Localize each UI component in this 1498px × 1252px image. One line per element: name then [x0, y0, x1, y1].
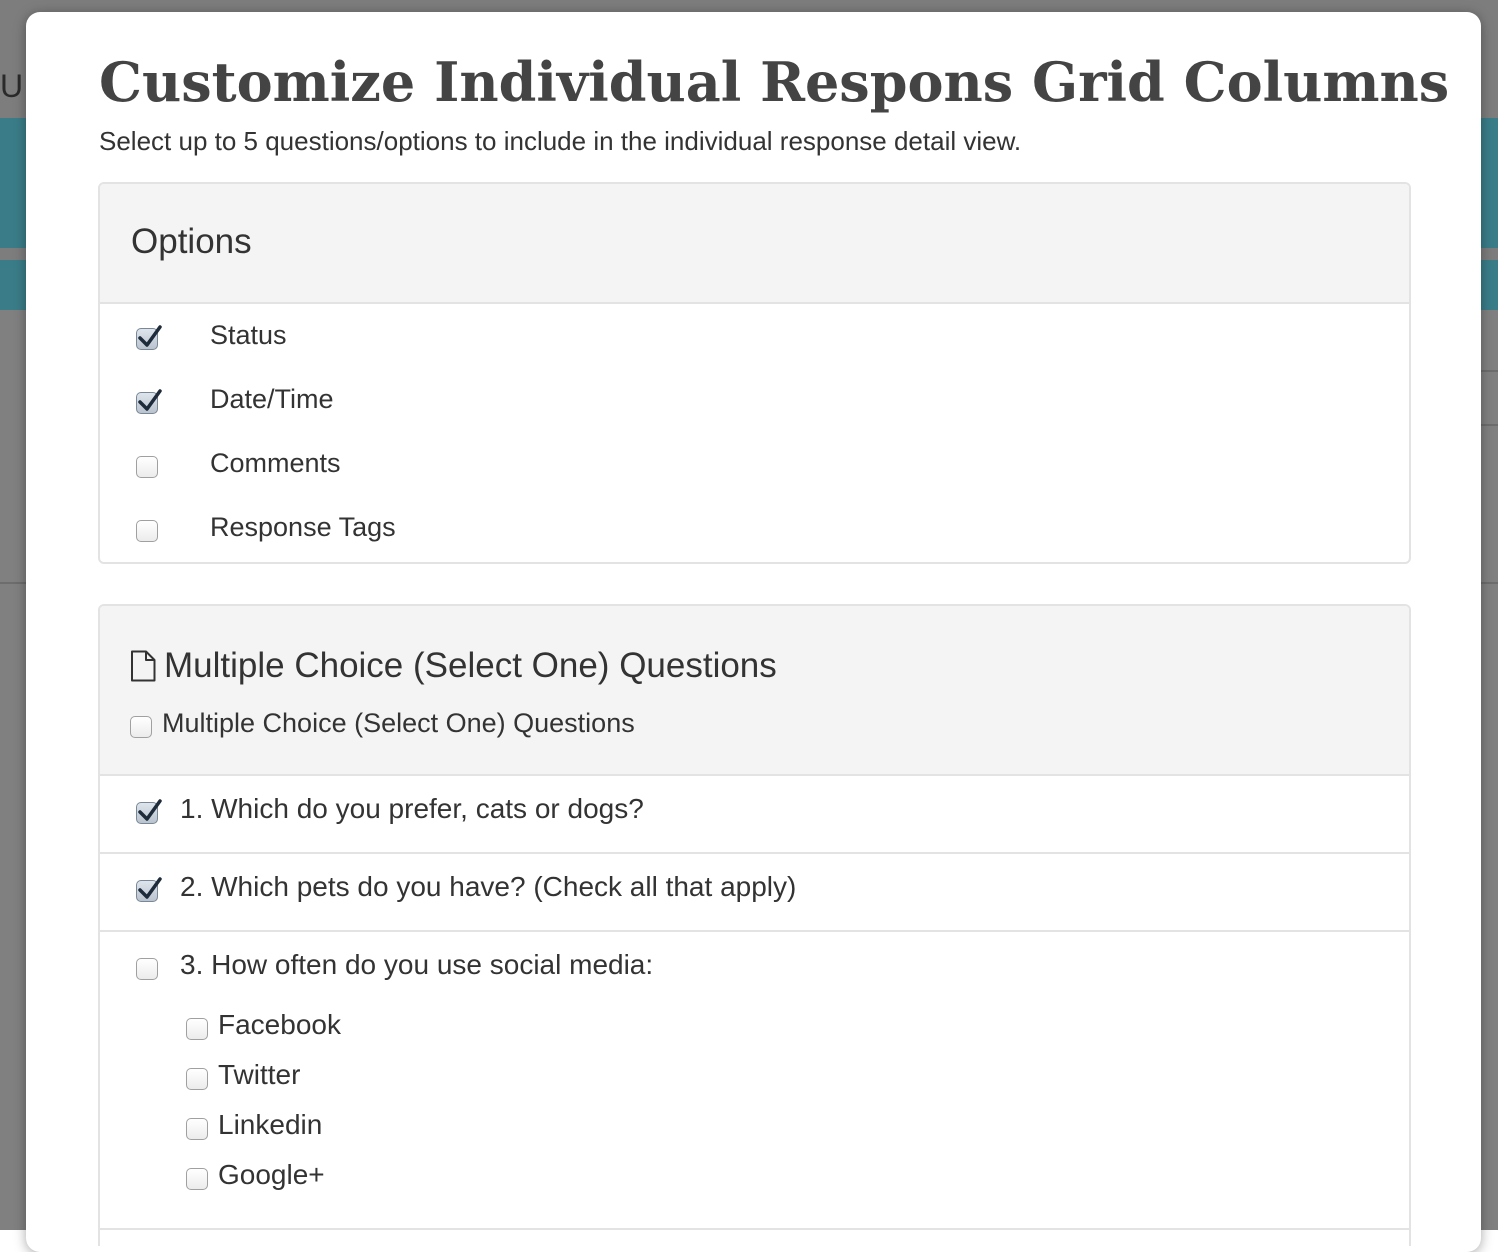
- multiple-choice-panel-heading: Multiple Choice (Select One) Questions: [130, 646, 777, 686]
- row-divider: [100, 852, 1409, 854]
- background-divider: [1480, 424, 1498, 426]
- multiple-choice-heading-text: Multiple Choice (Select One) Questions: [164, 646, 777, 685]
- select-all-multiple-choice-checkbox[interactable]: [130, 716, 152, 738]
- question-1-checkbox[interactable]: [136, 799, 162, 824]
- status-label[interactable]: Status: [210, 320, 287, 351]
- facebook-checkbox[interactable]: [186, 1018, 208, 1040]
- row-divider: [100, 930, 1409, 932]
- options-panel-header: Options: [100, 184, 1409, 304]
- google-plus-checkbox[interactable]: [186, 1168, 208, 1190]
- checkmark-icon: [138, 877, 162, 899]
- options-panel: Options Status Date/Time Comments Respon…: [98, 182, 1411, 564]
- twitter-checkbox[interactable]: [186, 1068, 208, 1090]
- background-divider: [1480, 370, 1498, 372]
- google-plus-label[interactable]: Google+: [218, 1159, 325, 1191]
- date-time-label[interactable]: Date/Time: [210, 384, 334, 415]
- question-2-checkbox[interactable]: [136, 877, 162, 902]
- twitter-label[interactable]: Twitter: [218, 1059, 300, 1091]
- multiple-choice-panel-header: Multiple Choice (Select One) Questions M…: [100, 606, 1409, 776]
- response-tags-label[interactable]: Response Tags: [210, 512, 396, 543]
- facebook-label[interactable]: Facebook: [218, 1009, 341, 1041]
- modal-title: Customize Individual Respons Grid Column…: [99, 50, 1450, 114]
- select-all-multiple-choice-label[interactable]: Multiple Choice (Select One) Questions: [162, 708, 635, 739]
- linkedin-checkbox[interactable]: [186, 1118, 208, 1140]
- comments-label[interactable]: Comments: [210, 448, 341, 479]
- checkmark-icon: [138, 389, 162, 411]
- date-time-checkbox[interactable]: [136, 389, 162, 414]
- modal-subtitle: Select up to 5 questions/options to incl…: [99, 126, 1022, 156]
- linkedin-label[interactable]: Linkedin: [218, 1109, 322, 1141]
- options-panel-heading: Options: [131, 222, 252, 261]
- customize-columns-modal: Customize Individual Respons Grid Column…: [26, 12, 1481, 1252]
- multiple-choice-panel: Multiple Choice (Select One) Questions M…: [98, 604, 1411, 1246]
- question-3-label[interactable]: 3. How often do you use social media:: [180, 949, 653, 981]
- question-3-checkbox[interactable]: [136, 958, 158, 980]
- comments-checkbox[interactable]: [136, 456, 158, 478]
- checkmark-icon: [138, 799, 162, 821]
- response-tags-checkbox[interactable]: [136, 520, 158, 542]
- status-checkbox[interactable]: [136, 325, 162, 350]
- question-2-label[interactable]: 2. Which pets do you have? (Check all th…: [180, 871, 796, 903]
- document-icon: [130, 650, 156, 682]
- question-1-label[interactable]: 1. Which do you prefer, cats or dogs?: [180, 793, 644, 825]
- checkmark-icon: [138, 325, 162, 347]
